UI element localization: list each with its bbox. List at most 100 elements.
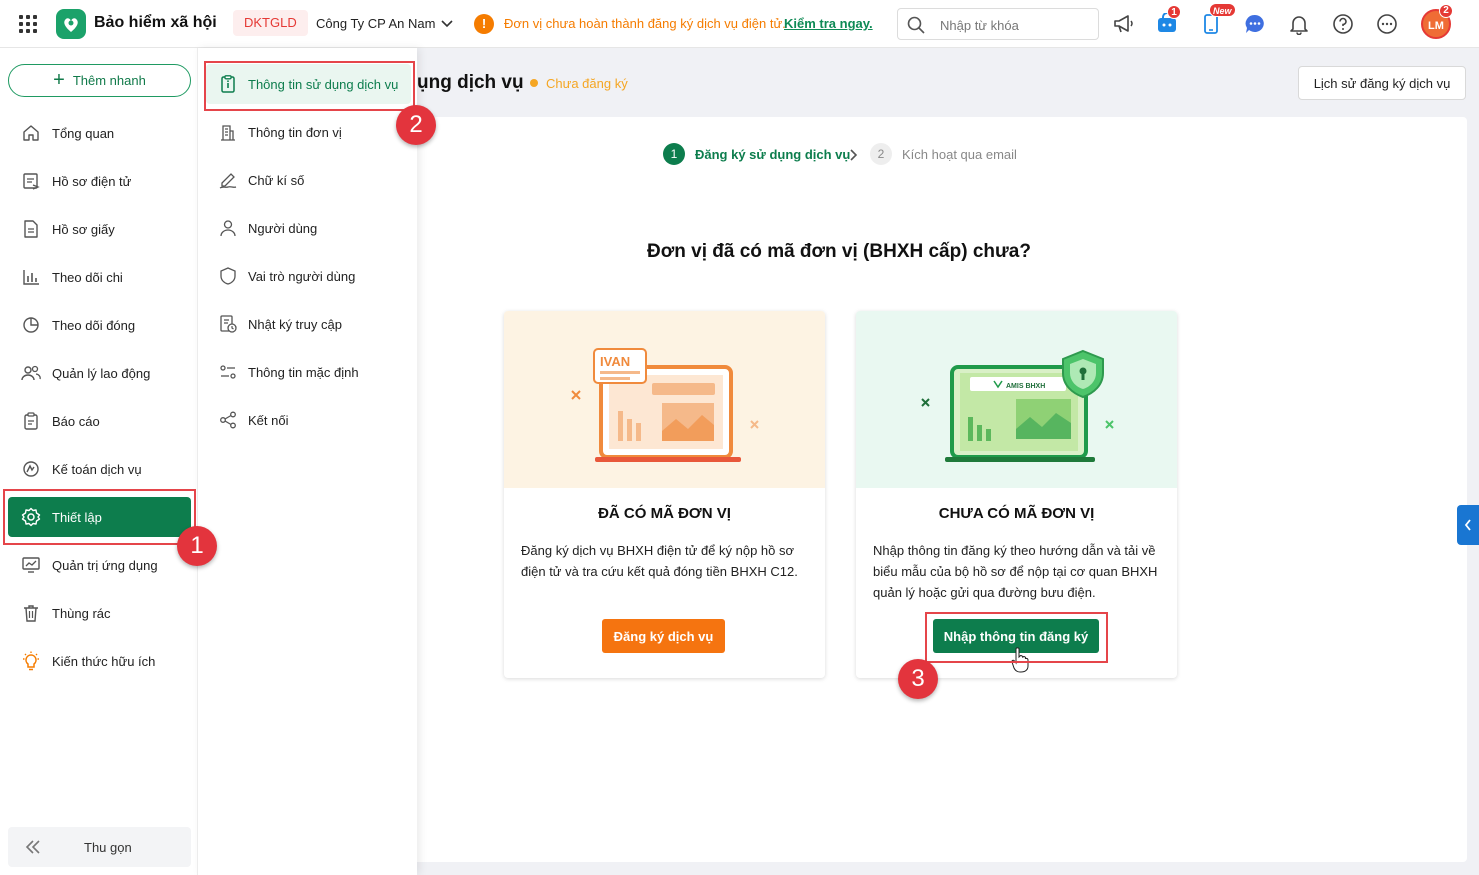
top-bar: Bảo hiểm xã hội DKTGLD Công Ty CP An Nam…: [0, 0, 1479, 48]
option-card-no-code: AMIS BHXH CHƯA CÓ MÃ ĐƠN VỊ Nhập thông t…: [856, 311, 1177, 678]
more-icon[interactable]: [1375, 12, 1399, 36]
avatar-badge: 2: [1439, 4, 1453, 18]
sidebar-item-trash[interactable]: Thùng rác: [8, 593, 191, 633]
submenu-item-digital-signature[interactable]: Chữ kí số: [206, 160, 411, 200]
user-avatar[interactable]: LM 2: [1421, 4, 1453, 39]
sidebar-item-label: Thiết lập: [52, 509, 102, 525]
registration-history-button[interactable]: Lịch sử đăng ký dịch vụ: [1298, 66, 1466, 100]
submenu-item-label: Người dùng: [248, 220, 318, 236]
page-title: ụng dịch vụ: [417, 72, 524, 93]
org-code-badge: DKTGLD: [233, 10, 308, 36]
paper-document-icon: [21, 219, 41, 239]
app-title: Bảo hiểm xã hội: [94, 14, 217, 31]
annotation-marker-2: 2: [396, 105, 436, 145]
chevron-down-icon: [441, 19, 454, 27]
laptop-ivan-illustration: IVAN: [504, 311, 825, 488]
sidebar-item-label: Quản trị ứng dụng: [52, 557, 158, 573]
share-icon: [218, 410, 238, 430]
sidebar-item-label: Thùng rác: [52, 605, 111, 621]
search-icon: [907, 16, 925, 34]
step-register-service: 1 Đăng ký sử dụng dịch vụ: [663, 143, 850, 165]
register-service-button[interactable]: Đăng ký dịch vụ: [602, 619, 725, 653]
option-description: Đăng ký dịch vụ BHXH điện tử để ký nộp h…: [521, 543, 798, 579]
submenu-item-default-info[interactable]: Thông tin mặc định: [206, 352, 411, 392]
app-logo: [56, 9, 86, 39]
sidebar-item-expense-tracking[interactable]: Theo dõi chi: [8, 257, 191, 297]
app-grid-icon[interactable]: [19, 15, 37, 33]
hand-cursor-icon: [1011, 647, 1029, 673]
monitor-chart-icon: [21, 555, 41, 575]
shield-icon: [218, 266, 238, 286]
quick-add-button[interactable]: + Thêm nhanh: [8, 64, 191, 97]
submenu-item-access-log[interactable]: Nhật ký truy cập: [206, 304, 411, 344]
option-title: ĐÃ CÓ MÃ ĐƠN VỊ: [598, 505, 731, 522]
submenu-item-user-roles[interactable]: Vai trò người dùng: [206, 256, 411, 296]
pie-chart-icon: [21, 315, 41, 335]
sidebar-item-app-admin[interactable]: Quản trị ứng dụng: [8, 545, 191, 585]
sidebar-item-labor-management[interactable]: Quản lý lao động: [8, 353, 191, 393]
submenu-item-unit-info[interactable]: Thông tin đơn vị: [206, 112, 411, 152]
ivan-label: IVAN: [600, 354, 630, 369]
unit-code-question: Đơn vị đã có mã đơn vị (BHXH cấp) chưa?: [647, 241, 1031, 262]
sidebar-item-overview[interactable]: Tổng quan: [8, 113, 191, 153]
users-icon: [21, 363, 41, 383]
signature-icon: [218, 170, 238, 190]
accounting-icon: [21, 459, 41, 479]
sidebar-item-payment-tracking[interactable]: Theo dõi đóng: [8, 305, 191, 345]
submenu-item-connections[interactable]: Kết nối: [206, 400, 411, 440]
submenu-item-service-info[interactable]: Thông tin sử dụng dịch vụ: [206, 64, 411, 104]
chevron-left-icon: [1464, 519, 1471, 531]
sidebar-item-e-documents[interactable]: Hồ sơ điện tử: [8, 161, 191, 201]
chat-icon[interactable]: [1243, 12, 1267, 36]
avatar-initials: LM: [1428, 20, 1444, 32]
company-selector[interactable]: Công Ty CP An Nam: [316, 16, 454, 31]
submenu-item-label: Vai trò người dùng: [248, 268, 356, 284]
option-title: CHƯA CÓ MÃ ĐƠN VỊ: [938, 505, 1095, 522]
e-document-icon: [21, 171, 41, 191]
registration-status: Chưa đăng ký: [546, 76, 628, 91]
search-input[interactable]: [940, 15, 1090, 35]
submenu-item-users[interactable]: Người dùng: [206, 208, 411, 248]
check-now-link[interactable]: Kiểm tra ngay.: [784, 16, 873, 31]
collapse-label: Thu gọn: [84, 840, 132, 855]
submenu-item-label: Thông tin đơn vị: [248, 124, 342, 140]
amis-bhxh-label: AMIS BHXH: [1006, 383, 1045, 390]
sidebar-item-label: Theo dõi chi: [52, 269, 123, 285]
trash-icon: [21, 603, 41, 623]
laptop-amis-illustration: AMIS BHXH: [856, 311, 1177, 488]
collapse-sidebar-button[interactable]: Thu gọn: [8, 827, 191, 867]
bell-icon[interactable]: [1287, 12, 1311, 36]
sidebar-item-knowledge[interactable]: Kiến thức hữu ích: [8, 641, 191, 681]
search-box[interactable]: [897, 8, 1099, 40]
access-log-icon: [218, 314, 238, 334]
annotation-marker-1: 1: [177, 526, 217, 566]
step-label: Đăng ký sử dụng dịch vụ: [695, 146, 851, 162]
sidebar-item-paper-documents[interactable]: Hồ sơ giấy: [8, 209, 191, 249]
quick-add-label: Thêm nhanh: [72, 73, 146, 88]
help-icon[interactable]: [1331, 12, 1355, 36]
cart-badge: 1: [1167, 5, 1181, 19]
sidebar-item-label: Theo dõi đóng: [52, 317, 136, 333]
option-description: Nhập thông tin đăng ký theo hướng dẫn và…: [873, 543, 1158, 600]
home-icon: [21, 123, 41, 143]
sidebar-item-settings[interactable]: Thiết lập: [8, 497, 191, 537]
submenu-item-label: Chữ kí số: [248, 172, 305, 188]
status-dot: [530, 79, 538, 87]
sidebar-item-label: Hồ sơ điện tử: [52, 173, 132, 189]
sidebar-item-label: Báo cáo: [52, 413, 100, 429]
lightbulb-icon: [21, 651, 41, 671]
sidebar-item-reports[interactable]: Báo cáo: [8, 401, 191, 441]
bar-chart-icon: [21, 267, 41, 287]
sidebar-item-label: Kiến thức hữu ích: [52, 653, 156, 669]
company-name: Công Ty CP An Nam: [316, 16, 436, 31]
sidebar-item-label: Tổng quan: [52, 125, 115, 141]
sidebar: + Thêm nhanh Tổng quan Hồ sơ điện tử Hồ …: [0, 48, 197, 875]
phone-icon[interactable]: New: [1199, 3, 1236, 36]
step-number: 1: [663, 143, 685, 165]
sidebar-item-service-accounting[interactable]: Kế toán dịch vụ: [8, 449, 191, 489]
settings-list-icon: [218, 362, 238, 382]
user-icon: [218, 218, 238, 238]
megaphone-icon[interactable]: [1112, 12, 1136, 36]
cart-icon[interactable]: 1: [1155, 5, 1181, 36]
side-panel-toggle[interactable]: [1457, 505, 1479, 545]
